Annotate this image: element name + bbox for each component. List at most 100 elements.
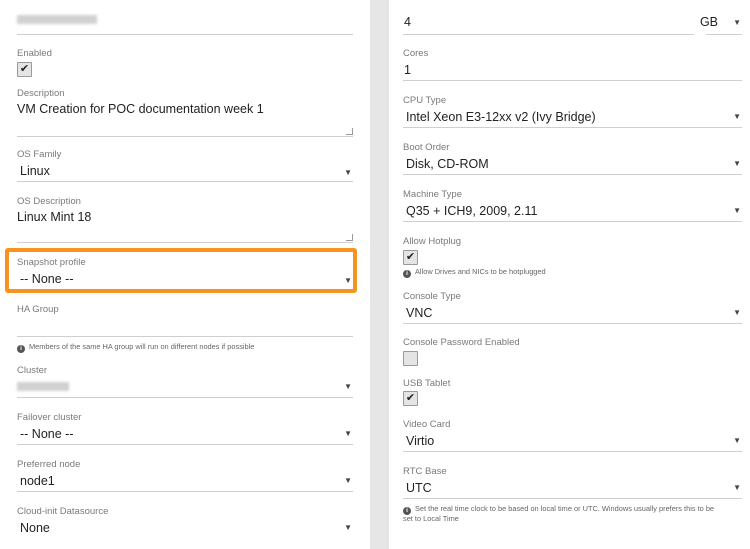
- field-underline: [17, 444, 353, 445]
- chevron-down-icon: ▼: [344, 168, 352, 177]
- ha-group-label: HA Group: [17, 304, 59, 315]
- usb-tablet-label: USB Tablet: [403, 378, 451, 389]
- field-underline: [403, 221, 742, 222]
- resize-handle-icon[interactable]: [346, 234, 353, 241]
- allow-hotplug-field: Allow Hotplug ✔ i Allow Drives and NICs t…: [403, 235, 742, 279]
- console-type-value: VNC: [406, 306, 433, 320]
- field-underline: [403, 80, 742, 81]
- field-underline: [403, 323, 742, 324]
- resize-handle-icon[interactable]: [346, 128, 353, 135]
- enabled-checkbox[interactable]: ✔: [17, 62, 32, 77]
- description-field[interactable]: Description VM Creation for POC document…: [17, 88, 353, 138]
- rtc-base-select[interactable]: RTC Base UTC ▼ i Set the real time clock …: [403, 465, 742, 525]
- os-description-label: OS Description: [17, 196, 81, 207]
- failover-cluster-select[interactable]: Failover cluster -- None -- ▼: [17, 411, 353, 445]
- field-underline: [403, 174, 742, 175]
- column-divider: [370, 0, 389, 549]
- failover-cluster-label: Failover cluster: [17, 412, 82, 423]
- cloud-init-datasource-label: Cloud-init Datasource: [17, 506, 109, 517]
- field-underline: [403, 451, 742, 452]
- chevron-down-icon: ▼: [733, 483, 741, 492]
- rtc-base-hint-line2: set to Local Time: [403, 514, 459, 523]
- enabled-field: Enabled ✔: [17, 47, 353, 77]
- machine-type-value: Q35 + ICH9, 2009, 2.11: [406, 204, 538, 218]
- ha-group-input-underline[interactable]: [17, 336, 353, 337]
- field-underline: [17, 34, 353, 35]
- os-family-value: Linux: [20, 164, 50, 178]
- chevron-down-icon: ▼: [344, 476, 352, 485]
- preferred-node-select[interactable]: Preferred node node1 ▼: [17, 458, 353, 492]
- name-field[interactable]: [17, 0, 353, 36]
- right-form-column: 4 GB ▼ Cores 1 CPU Type Intel Xeon E3-12…: [389, 0, 750, 549]
- info-icon: i: [403, 270, 411, 278]
- description-label: Description: [17, 88, 65, 99]
- chevron-down-icon: ▼: [733, 18, 741, 27]
- allow-hotplug-hint: i Allow Drives and NICs to be hotplugged: [403, 267, 546, 278]
- usb-tablet-field: USB Tablet ✔: [403, 377, 742, 407]
- cores-input[interactable]: 1: [404, 63, 411, 77]
- boot-order-label: Boot Order: [403, 142, 450, 153]
- enabled-label: Enabled: [17, 48, 52, 59]
- console-password-label: Console Password Enabled: [403, 337, 520, 348]
- video-card-select[interactable]: Video Card Virtio ▼: [403, 418, 742, 452]
- video-card-label: Video Card: [403, 419, 451, 430]
- machine-type-select[interactable]: Machine Type Q35 + ICH9, 2009, 2.11 ▼: [403, 188, 742, 222]
- boot-order-select[interactable]: Boot Order Disk, CD-ROM ▼: [403, 141, 742, 175]
- allow-hotplug-checkbox[interactable]: ✔: [403, 250, 418, 265]
- field-underline: [17, 397, 353, 398]
- console-type-label: Console Type: [403, 291, 461, 302]
- preferred-node-value: node1: [20, 474, 55, 488]
- chevron-down-icon: ▼: [344, 429, 352, 438]
- rtc-base-value: UTC: [406, 481, 432, 495]
- cpu-type-value: Intel Xeon E3-12xx v2 (Ivy Bridge): [406, 110, 596, 124]
- preferred-node-label: Preferred node: [17, 459, 81, 470]
- chevron-down-icon: ▼: [733, 206, 741, 215]
- ha-group-field: HA Group i Members of the same HA group w…: [17, 303, 353, 353]
- field-underline: [17, 242, 353, 243]
- os-family-label: OS Family: [17, 149, 62, 160]
- chevron-down-icon: ▼: [733, 436, 741, 445]
- cores-field[interactable]: Cores 1: [403, 47, 742, 81]
- info-icon: i: [17, 345, 25, 353]
- console-password-checkbox[interactable]: [403, 351, 418, 366]
- description-textarea[interactable]: VM Creation for POC documentation week 1: [17, 102, 264, 116]
- field-underline: [706, 34, 742, 35]
- rtc-base-label: RTC Base: [403, 466, 447, 477]
- machine-type-label: Machine Type: [403, 189, 462, 200]
- rtc-base-hint-line1: Set the real time clock to be based on l…: [415, 504, 715, 513]
- cpu-type-label: CPU Type: [403, 95, 447, 106]
- field-underline: [403, 34, 694, 35]
- obscured-cluster-value: [17, 382, 69, 391]
- ha-group-hint-text: Members of the same HA group will run on…: [29, 342, 255, 351]
- field-underline: [403, 498, 742, 499]
- console-type-select[interactable]: Console Type VNC ▼: [403, 290, 742, 324]
- snapshot-profile-highlight-box: [5, 248, 357, 293]
- cluster-select[interactable]: Cluster ▼: [17, 364, 353, 398]
- allow-hotplug-hint-text: Allow Drives and NICs to be hotplugged: [415, 267, 546, 276]
- cloud-init-datasource-select[interactable]: Cloud-init Datasource None ▼: [17, 505, 353, 549]
- os-description-textarea[interactable]: Linux Mint 18: [17, 210, 91, 224]
- left-form-column: Enabled ✔ Description VM Creation for PO…: [0, 0, 370, 549]
- usb-tablet-checkbox[interactable]: ✔: [403, 391, 418, 406]
- cloud-init-datasource-value: None: [20, 521, 50, 535]
- memory-input[interactable]: 4: [404, 15, 411, 29]
- console-password-field: Console Password Enabled: [403, 336, 742, 366]
- chevron-down-icon: ▼: [344, 523, 352, 532]
- obscured-name-value: [17, 15, 97, 24]
- chevron-down-icon: ▼: [733, 159, 741, 168]
- os-family-select[interactable]: OS Family Linux ▼: [17, 148, 353, 182]
- memory-unit-select[interactable]: GB: [700, 15, 718, 29]
- video-card-value: Virtio: [406, 434, 435, 448]
- field-underline: [17, 491, 353, 492]
- ha-group-hint: i Members of the same HA group will run o…: [17, 342, 254, 353]
- chevron-down-icon: ▼: [733, 112, 741, 121]
- field-underline: [17, 181, 353, 182]
- failover-cluster-value: -- None --: [20, 427, 74, 441]
- os-description-field[interactable]: OS Description Linux Mint 18: [17, 195, 353, 245]
- field-underline: [403, 127, 742, 128]
- chevron-down-icon: ▼: [344, 382, 352, 391]
- cluster-label: Cluster: [17, 365, 48, 376]
- boot-order-value: Disk, CD-ROM: [406, 157, 489, 171]
- cpu-type-select[interactable]: CPU Type Intel Xeon E3-12xx v2 (Ivy Brid…: [403, 94, 742, 128]
- memory-field: 4 GB ▼: [403, 0, 742, 36]
